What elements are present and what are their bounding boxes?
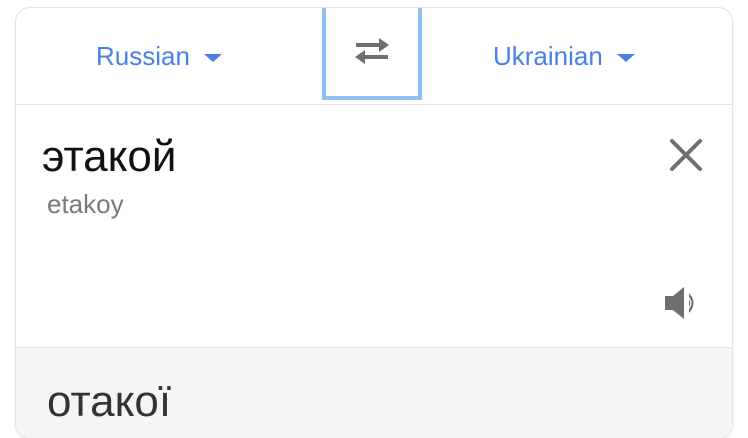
speaker-icon — [665, 287, 694, 319]
listen-button[interactable] — [662, 283, 706, 323]
close-icon — [670, 139, 702, 171]
source-transliteration: etakoy — [47, 189, 124, 219]
swap-languages-button[interactable] — [322, 8, 422, 100]
source-input-area[interactable]: этакой etakoy — [16, 105, 732, 347]
language-bar: Russian Ukrainian — [16, 8, 732, 105]
target-language-label: Ukrainian — [493, 40, 603, 71]
target-language-selector[interactable]: Ukrainian — [493, 38, 635, 74]
clear-button[interactable] — [668, 137, 704, 173]
translate-card: Russian Ukrainian этакой etakoy отакої — [16, 8, 732, 438]
translation-result-area: отакої — [16, 347, 732, 438]
translation-text: отакої — [47, 377, 172, 426]
source-text[interactable]: этакой — [42, 131, 176, 183]
caret-down-icon — [203, 54, 222, 62]
caret-down-icon — [616, 54, 635, 62]
swap-arrows-icon — [355, 38, 389, 64]
source-language-selector[interactable]: Russian — [96, 38, 222, 74]
source-language-label: Russian — [96, 40, 190, 71]
